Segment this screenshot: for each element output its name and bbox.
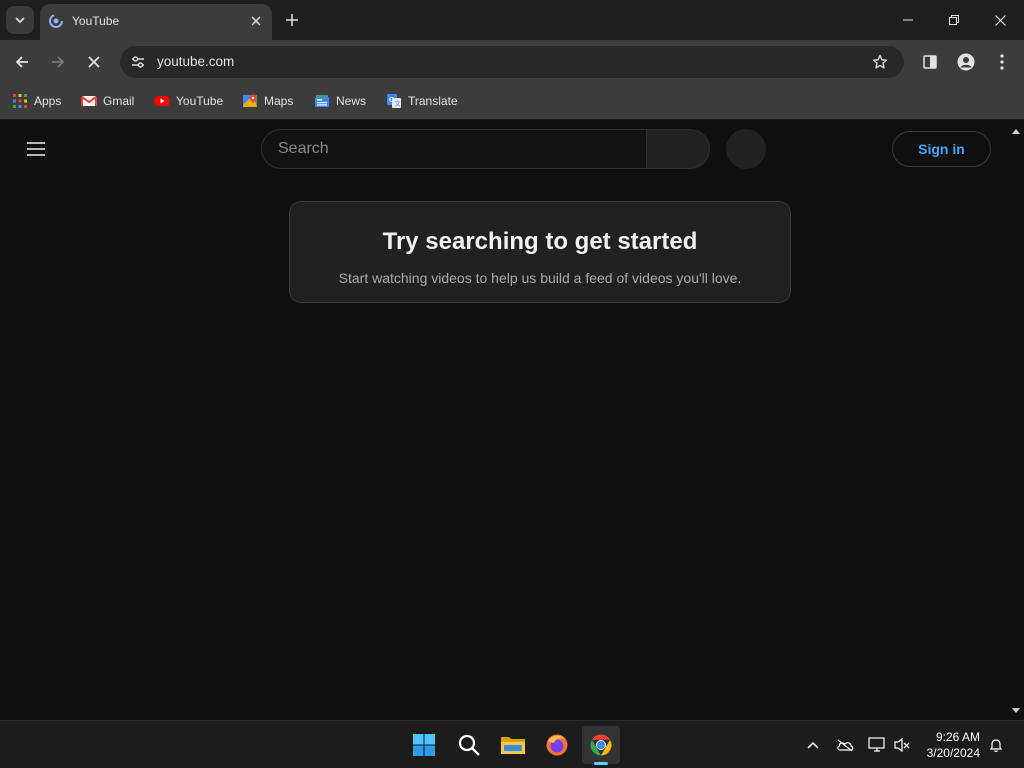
chrome-menu-button[interactable]	[988, 48, 1016, 76]
firefox-icon	[546, 734, 568, 756]
file-explorer-icon	[501, 737, 525, 754]
bookmark-youtube[interactable]: YouTube	[154, 92, 223, 110]
maps-icon	[243, 94, 257, 107]
bookmark-gmail[interactable]: Gmail	[81, 92, 134, 110]
firefox-button[interactable]	[538, 726, 576, 764]
tab-title: YouTube	[72, 14, 120, 28]
cloud-offline-icon	[837, 739, 854, 752]
bookmark-news[interactable]: News	[314, 92, 366, 110]
start-button[interactable]	[405, 726, 443, 764]
bookmark-label: Maps	[264, 94, 294, 108]
close-icon	[251, 16, 261, 26]
browser-toolbar: youtube.com	[0, 40, 1024, 84]
forward-button[interactable]	[44, 48, 72, 76]
network-ethernet-icon	[868, 737, 885, 752]
arrow-left-icon	[15, 56, 28, 68]
clock-time[interactable]: 9:26 AM	[922, 730, 980, 744]
bookmark-maps[interactable]: Maps	[242, 92, 293, 110]
scroll-down-arrow-icon[interactable]	[1011, 707, 1021, 715]
bookmarks-bar: Apps Gmail YouTube Maps News G 文 Transla…	[0, 84, 1024, 120]
youtube-page: Search Sign in Try searching to get star…	[0, 121, 1024, 720]
restore-icon	[949, 15, 959, 25]
chevron-down-icon	[15, 17, 25, 24]
sign-in-button[interactable]: Sign in	[892, 131, 991, 167]
arrow-right-icon	[52, 56, 65, 68]
bookmark-label: News	[336, 94, 367, 108]
minimize-button[interactable]	[892, 8, 924, 32]
taskbar-search-button[interactable]	[450, 726, 488, 764]
address-bar[interactable]: youtube.com	[120, 46, 904, 78]
sign-in-label: Sign in	[918, 141, 965, 157]
bookmark-label: Gmail	[103, 94, 135, 108]
news-icon	[315, 95, 329, 107]
url-text[interactable]: youtube.com	[157, 54, 234, 69]
loading-spinner-icon	[49, 14, 63, 28]
tune-icon	[132, 56, 144, 68]
plus-icon	[286, 14, 298, 26]
svg-text:文: 文	[395, 100, 401, 108]
tab-search-button[interactable]	[6, 6, 34, 34]
notifications-button[interactable]	[984, 733, 1008, 757]
gmail-icon	[81, 96, 97, 106]
new-tab-button[interactable]	[282, 10, 302, 30]
search-input[interactable]: Search	[261, 129, 647, 169]
tab-strip: YouTube	[0, 0, 1024, 40]
close-icon	[994, 14, 1006, 26]
translate-icon: G 文	[387, 94, 401, 108]
show-hidden-icons-button[interactable]	[801, 733, 825, 757]
onedrive-tray-button[interactable]	[833, 733, 857, 757]
bookmark-apps[interactable]: Apps	[12, 92, 61, 110]
empty-feed-subtitle: Start watching videos to help us build a…	[338, 270, 742, 286]
guide-menu-button[interactable]	[22, 137, 50, 161]
search-placeholder: Search	[278, 140, 329, 157]
scroll-up-arrow-icon[interactable]	[1011, 127, 1021, 135]
empty-feed-title: Try searching to get started	[382, 228, 698, 255]
active-app-indicator	[594, 762, 608, 765]
hamburger-menu-icon	[27, 142, 45, 156]
youtube-icon	[154, 96, 170, 106]
search-icon	[458, 734, 480, 756]
profile-icon	[957, 53, 975, 71]
side-panel-icon	[923, 55, 937, 69]
profile-button[interactable]	[952, 48, 980, 76]
volume-muted-icon	[894, 737, 910, 753]
network-tray-button[interactable]	[865, 733, 889, 757]
back-button[interactable]	[8, 48, 36, 76]
start-icon	[413, 734, 435, 756]
search-button[interactable]	[646, 129, 710, 169]
tab-close-button[interactable]	[246, 11, 266, 31]
chrome-button[interactable]	[582, 726, 620, 764]
tab-youtube[interactable]: YouTube	[40, 4, 272, 40]
voice-search-button[interactable]	[726, 129, 766, 169]
bookmark-label: Apps	[34, 94, 62, 108]
file-explorer-button[interactable]	[494, 726, 532, 764]
chevron-up-icon	[807, 741, 819, 749]
windows-taskbar: 9:26 AM 3/20/2024	[0, 720, 1024, 768]
minimize-icon	[903, 19, 913, 21]
bookmark-label: Translate	[408, 94, 458, 108]
bell-icon	[989, 739, 1003, 752]
stop-icon	[88, 56, 100, 68]
star-icon	[872, 54, 888, 69]
window-close-button[interactable]	[984, 8, 1016, 32]
bookmark-label: YouTube	[176, 94, 224, 108]
more-vertical-icon	[1000, 54, 1004, 70]
restore-button[interactable]	[938, 8, 970, 32]
side-panel-button[interactable]	[916, 48, 944, 76]
apps-grid-icon	[13, 94, 27, 108]
stop-loading-button[interactable]	[80, 48, 108, 76]
site-info-button[interactable]	[124, 48, 152, 76]
clock-date[interactable]: 3/20/2024	[910, 746, 980, 760]
chrome-icon	[590, 734, 612, 756]
bookmark-star-button[interactable]	[866, 48, 894, 76]
bookmark-translate[interactable]: G 文 Translate	[386, 92, 458, 110]
empty-feed-card: Try searching to get started Start watch…	[289, 201, 791, 303]
